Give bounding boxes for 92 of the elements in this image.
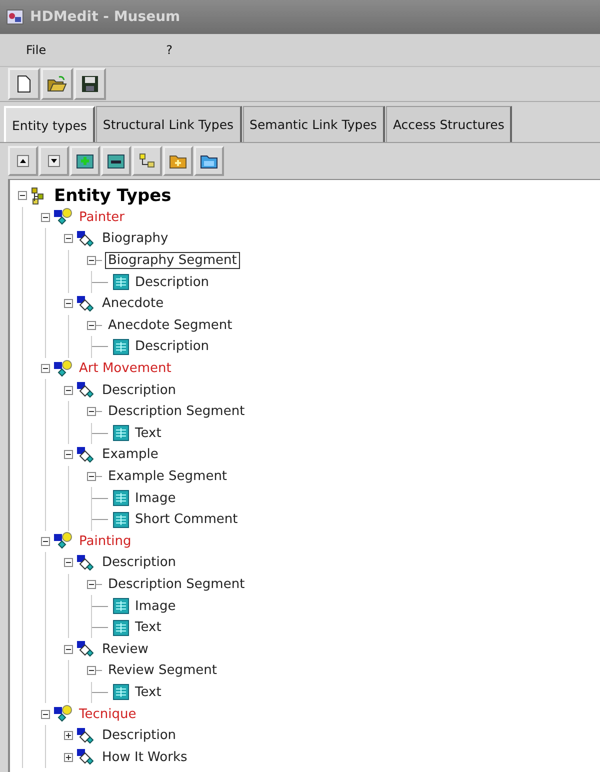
menu-item[interactable]: ? — [166, 43, 172, 57]
component-icon — [76, 554, 96, 572]
link-button[interactable] — [132, 146, 162, 176]
folder-button[interactable] — [163, 146, 193, 176]
remove-icon — [107, 153, 125, 169]
tree-item[interactable]: Text — [132, 684, 164, 701]
table-icon — [113, 620, 129, 636]
tree-item[interactable]: Description — [99, 382, 180, 399]
entity-icon — [53, 705, 73, 724]
tree-item[interactable]: Description Segment — [105, 576, 248, 593]
tree-item[interactable]: Text — [132, 619, 164, 636]
tree-item[interactable]: Anecdote Segment — [105, 316, 236, 334]
save-icon — [81, 75, 99, 93]
table-icon — [113, 274, 129, 290]
collapse-icon[interactable] — [64, 299, 73, 308]
tree-item[interactable]: Review Segment — [105, 662, 220, 680]
tab[interactable]: Semantic Link Types — [242, 106, 385, 142]
table-icon — [113, 425, 129, 442]
tree-item[interactable]: Image — [132, 490, 179, 507]
tab[interactable]: Access Structures — [386, 106, 512, 142]
tree-item[interactable]: Art Movement — [76, 360, 174, 378]
tree-root-label[interactable]: Entity Types — [51, 184, 174, 207]
collapse-icon[interactable] — [64, 234, 73, 244]
collapse-icon[interactable] — [41, 212, 50, 222]
save-button[interactable] — [74, 68, 106, 100]
tree-item[interactable]: Tecnique — [76, 706, 140, 723]
tree-item[interactable]: Painter — [76, 208, 128, 226]
window-title: HDMedit - Museum — [30, 9, 180, 25]
collapse-icon[interactable] — [87, 666, 96, 676]
folder-icon — [200, 153, 218, 169]
tree-item[interactable]: Image — [132, 598, 179, 615]
tree-item[interactable]: Anecdote — [99, 295, 167, 312]
collapse-icon[interactable] — [87, 407, 96, 416]
tab[interactable]: Structural Link Types — [96, 106, 242, 142]
tree-item[interactable]: Biography — [99, 230, 172, 248]
tree-item[interactable]: Description Segment — [105, 403, 248, 420]
component-icon — [76, 294, 96, 313]
open-folder-button[interactable] — [41, 68, 73, 100]
folder-button[interactable] — [194, 146, 224, 176]
tree-item[interactable]: Review — [99, 640, 152, 658]
entity-icon — [53, 208, 73, 226]
collapse-icon[interactable] — [87, 580, 96, 589]
tree-item[interactable]: Painting — [76, 532, 134, 550]
remove-button[interactable] — [101, 146, 131, 176]
component-icon — [76, 230, 96, 248]
component-icon — [76, 640, 96, 658]
tree-item[interactable]: Biography Segment — [105, 252, 240, 270]
collapse-icon[interactable] — [64, 386, 73, 395]
component-icon — [76, 381, 96, 400]
move-down-button[interactable] — [39, 146, 69, 176]
entity-icon — [53, 532, 73, 550]
collapse-icon[interactable] — [64, 644, 73, 654]
expand-icon[interactable] — [64, 731, 73, 740]
add-button[interactable] — [70, 146, 100, 176]
table-icon — [113, 684, 129, 700]
tree-item[interactable]: Description — [99, 554, 180, 572]
new-file-icon — [16, 75, 32, 93]
component-icon — [76, 748, 96, 766]
collapse-icon[interactable] — [41, 710, 50, 719]
add-icon — [76, 153, 94, 169]
collapse-icon[interactable] — [41, 536, 50, 546]
component-icon — [76, 726, 96, 745]
collapse-icon[interactable] — [87, 472, 96, 482]
table-icon — [113, 512, 129, 528]
entity-icon — [53, 360, 73, 378]
table-icon — [113, 490, 129, 506]
table-icon — [113, 338, 129, 355]
tree-item[interactable]: Description — [132, 274, 212, 291]
hierarchy-icon — [138, 153, 156, 169]
collapse-icon[interactable] — [87, 256, 96, 266]
new-folder-icon — [169, 153, 187, 169]
table-icon — [113, 598, 129, 614]
collapse-icon[interactable] — [18, 191, 27, 200]
tree-item[interactable]: Example Segment — [105, 468, 230, 486]
tree-item[interactable]: How It Works — [99, 748, 190, 766]
collapse-icon[interactable] — [41, 364, 50, 374]
collapse-icon[interactable] — [64, 450, 73, 460]
open-folder-icon — [47, 75, 67, 93]
tree-item[interactable]: Example — [99, 446, 162, 464]
tree-item[interactable]: Description — [132, 338, 212, 356]
component-icon — [76, 446, 96, 464]
collapse-icon[interactable] — [64, 558, 73, 568]
tree-item[interactable]: Text — [132, 424, 164, 442]
tree-item[interactable]: Description — [99, 727, 180, 744]
app-icon — [6, 8, 24, 26]
tree-item[interactable]: Short Comment — [132, 511, 241, 528]
new-file-button[interactable] — [8, 68, 40, 100]
menu-item[interactable]: File — [26, 43, 46, 57]
move-up-button[interactable] — [8, 146, 38, 176]
expand-icon[interactable] — [64, 752, 73, 762]
collapse-icon[interactable] — [87, 320, 96, 330]
tab[interactable]: Entity types — [4, 106, 95, 142]
